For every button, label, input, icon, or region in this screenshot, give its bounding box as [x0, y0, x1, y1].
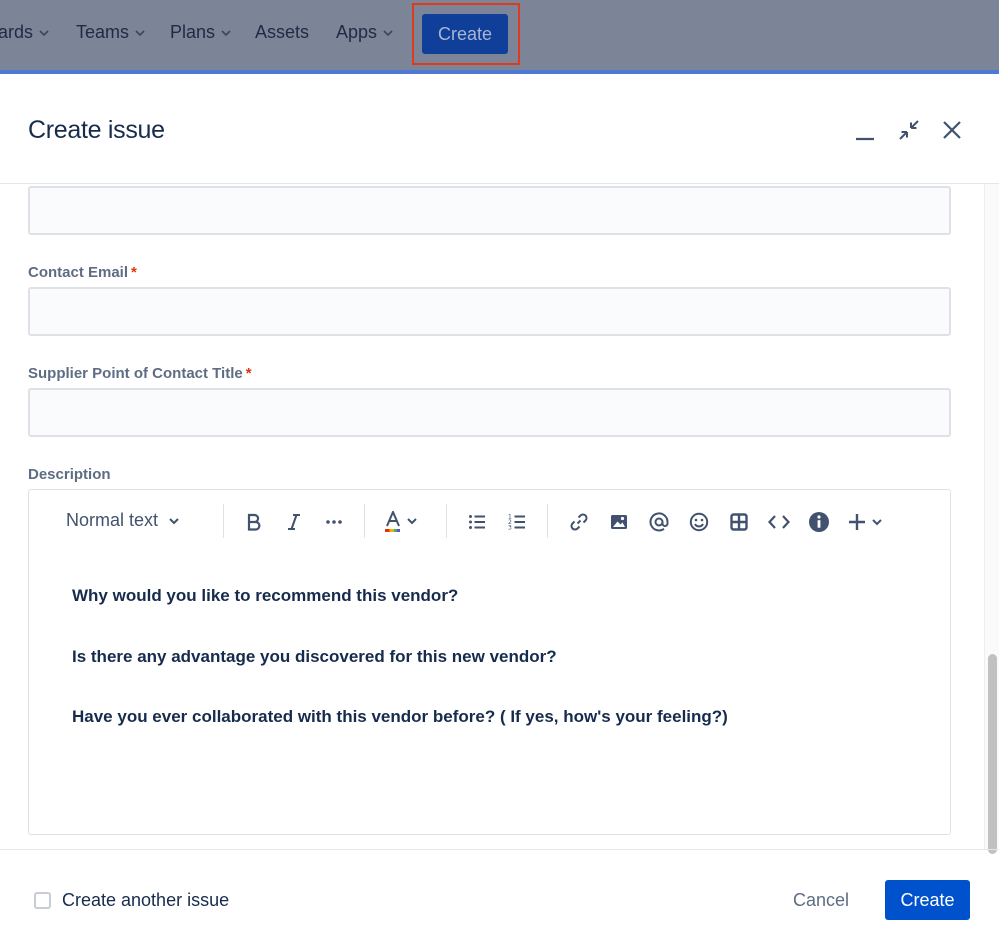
- toolbar-divider: [547, 504, 548, 538]
- minimize-icon[interactable]: [852, 120, 878, 146]
- numbered-list-icon[interactable]: 123: [503, 508, 531, 536]
- close-icon[interactable]: [939, 117, 965, 143]
- supplier-poc-title-input[interactable]: [28, 388, 951, 437]
- toolbar-divider: [223, 504, 224, 538]
- cancel-button[interactable]: Cancel: [778, 880, 864, 920]
- modal-title: Create issue: [28, 116, 165, 144]
- nav-item-apps[interactable]: Apps: [336, 22, 394, 43]
- required-marker: *: [131, 264, 137, 281]
- editor-toolbar: Normal text 1 2 3: [29, 490, 950, 552]
- contact-email-input[interactable]: [28, 287, 951, 336]
- scrollbar-thumb[interactable]: [988, 654, 997, 854]
- description-label: Description: [28, 466, 111, 483]
- create-highlight-box: Create: [412, 3, 520, 65]
- chevron-down-icon: [221, 29, 231, 36]
- toolbar-divider: [446, 504, 447, 538]
- table-icon[interactable]: [725, 508, 753, 536]
- supplier-poc-title-label: Supplier Point of Contact Title *: [28, 365, 252, 382]
- emoji-icon[interactable]: [685, 508, 713, 536]
- nav-item-assets[interactable]: Assets: [255, 22, 309, 43]
- editor-paragraph: Why would you like to recommend this ven…: [72, 586, 459, 605]
- bold-icon[interactable]: [240, 508, 268, 536]
- link-icon[interactable]: [565, 508, 593, 536]
- modal-header: Create issue: [0, 74, 999, 184]
- required-marker: *: [245, 365, 252, 382]
- editor-paragraph: Have you ever collaborated with this ven…: [72, 707, 728, 726]
- chevron-down-icon: [39, 29, 49, 36]
- svg-text:3: 3: [508, 525, 512, 532]
- text-style-dropdown[interactable]: Normal text: [66, 510, 180, 531]
- top-navigation: ards Teams Plans Assets Apps Create: [0, 0, 999, 74]
- modal-scrollbar[interactable]: [984, 184, 999, 854]
- image-icon[interactable]: [605, 508, 633, 536]
- description-editor[interactable]: Normal text 1 2 3 Why would you like to …: [28, 489, 951, 835]
- create-button[interactable]: Create: [885, 880, 970, 920]
- nav-item-plans[interactable]: Plans: [170, 22, 232, 43]
- nav-item-dashboards[interactable]: ards: [0, 22, 50, 43]
- chevron-down-icon: [135, 29, 145, 36]
- chevron-down-icon: [383, 29, 393, 36]
- code-icon[interactable]: [765, 508, 793, 536]
- text-color-icon[interactable]: [382, 508, 426, 536]
- collapse-icon[interactable]: [896, 117, 922, 143]
- info-panel-icon[interactable]: [805, 508, 833, 536]
- more-formatting-icon[interactable]: [320, 508, 348, 536]
- nav-create-button[interactable]: Create: [422, 14, 508, 54]
- italic-icon[interactable]: [280, 508, 308, 536]
- editor-paragraph: Is there any advantage you discovered fo…: [72, 647, 557, 666]
- bullet-list-icon[interactable]: [463, 508, 491, 536]
- insert-plus-icon[interactable]: [847, 508, 889, 536]
- contact-email-label: Contact Email *: [28, 264, 137, 281]
- mention-icon[interactable]: [645, 508, 673, 536]
- nav-item-teams[interactable]: Teams: [76, 22, 146, 43]
- create-another-label[interactable]: Create another issue: [62, 890, 229, 911]
- chevron-down-icon: [169, 517, 179, 524]
- create-issue-modal: Create issue Contact Email * Supplier Poi…: [0, 74, 999, 950]
- modal-footer: Create another issue Cancel Create: [0, 849, 999, 950]
- previous-field-input[interactable]: [28, 186, 951, 235]
- create-another-checkbox[interactable]: [34, 892, 51, 909]
- toolbar-divider: [364, 504, 365, 538]
